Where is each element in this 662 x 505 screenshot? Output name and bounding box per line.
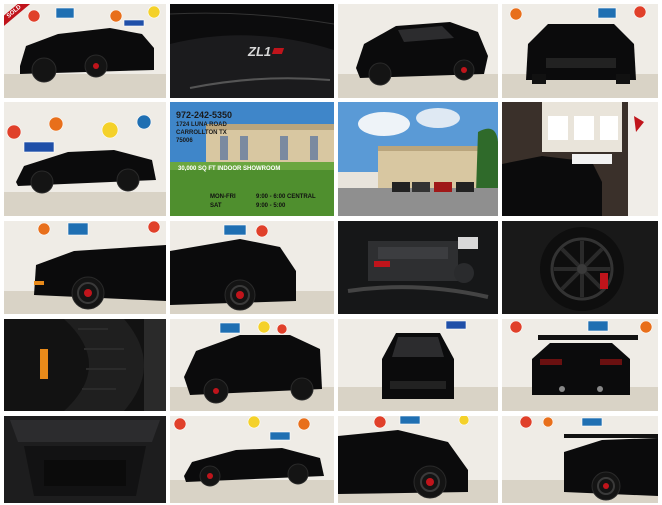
photo-car-rear-quarter	[170, 221, 334, 314]
photo-engine-bay	[338, 221, 498, 314]
flyer-phone: 972-242-5350	[176, 110, 233, 120]
flyer-address-1: 1724 LUNA ROAD	[176, 122, 227, 128]
photo-car-front-low	[170, 319, 334, 411]
photo-car-rear-quarter-low	[502, 416, 658, 503]
photo-gallery: SOLD ZL1 972-242-5350 1724 LUNA ROAD CAR…	[0, 0, 662, 505]
photo-thumb-9[interactable]	[4, 221, 166, 314]
flyer-showroom: 30,000 SQ FT INDOOR SHOWROOM	[178, 166, 281, 172]
photo-thumb-19[interactable]	[338, 416, 498, 503]
photo-thumb-6-dealer-flyer[interactable]: 972-242-5350 1724 LUNA ROAD CARROLLTON T…	[170, 102, 334, 216]
photo-thumb-1[interactable]: SOLD	[4, 4, 166, 98]
flyer-hours-weekday: 9:00 - 6:00 CENTRAL	[256, 194, 316, 200]
photo-car-side-full	[170, 416, 334, 503]
photo-car-side-closeup	[338, 416, 498, 503]
zl1-badge-text: ZL1	[248, 44, 272, 59]
photo-thumb-18[interactable]	[170, 416, 334, 503]
flyer-hours-weekday-label: MON-FRI	[210, 194, 236, 200]
flyer-address-2: CARROLLTON TX	[176, 130, 227, 136]
photo-tyre-closeup	[4, 319, 166, 411]
photo-car-front-angle	[338, 4, 498, 98]
flyer-hours-sat-label: SAT	[210, 203, 222, 209]
photo-thumb-20[interactable]	[502, 416, 658, 503]
photo-thumb-14[interactable]	[170, 319, 334, 411]
photo-trunk-interior	[4, 416, 166, 503]
flyer-hours-sat: 9:00 - 5:00	[256, 203, 286, 209]
photo-thumb-15[interactable]	[338, 319, 498, 411]
photo-car-front-three-quarter	[4, 4, 166, 98]
photo-thumb-2[interactable]: ZL1	[170, 4, 334, 98]
photo-car-front	[502, 4, 658, 98]
photo-car-front-wheel	[4, 221, 166, 314]
photo-dealership-exterior	[338, 102, 498, 216]
photo-thumb-12[interactable]	[502, 221, 658, 314]
photo-thumb-17[interactable]	[4, 416, 166, 503]
photo-wheel-closeup	[502, 221, 658, 314]
photo-thumb-5[interactable]	[4, 102, 166, 216]
photo-showroom-interior	[502, 102, 658, 216]
photo-thumb-13[interactable]	[4, 319, 166, 411]
photo-thumb-11[interactable]	[338, 221, 498, 314]
photo-car-front-top	[338, 319, 498, 411]
photo-thumb-16[interactable]	[502, 319, 658, 411]
photo-car-side-signs	[4, 102, 166, 216]
photo-thumb-10[interactable]	[170, 221, 334, 314]
photo-thumb-4[interactable]	[502, 4, 658, 98]
flyer-zip: 75006	[176, 138, 193, 144]
photo-car-rear	[502, 319, 658, 411]
photo-thumb-7[interactable]	[338, 102, 498, 216]
photo-thumb-3[interactable]	[338, 4, 498, 98]
photo-thumb-8[interactable]	[502, 102, 658, 216]
